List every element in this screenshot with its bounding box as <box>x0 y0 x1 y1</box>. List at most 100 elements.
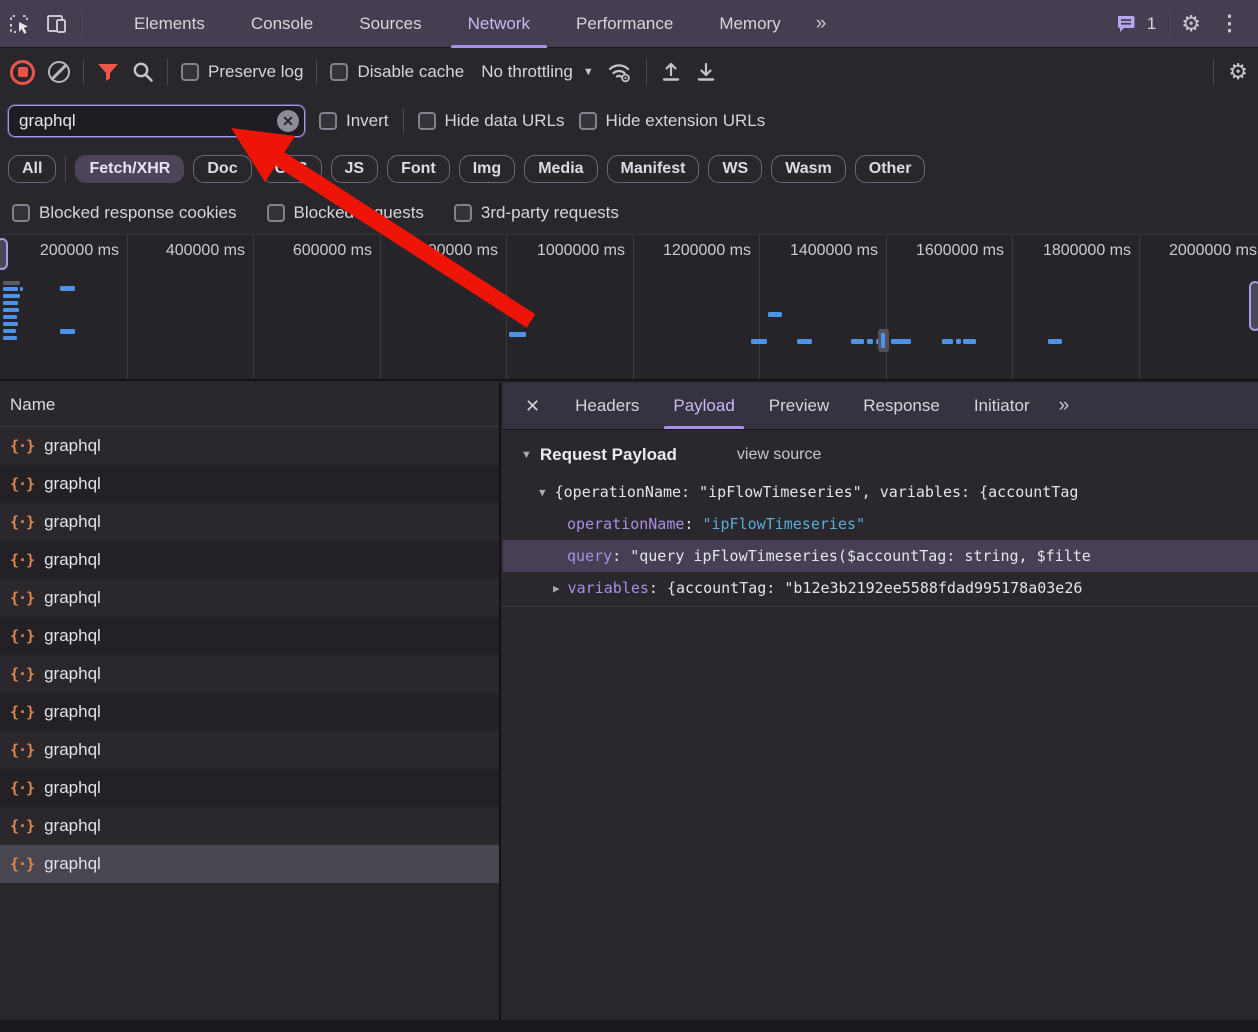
request-name: graphql <box>44 740 101 760</box>
json-braces-icon: {·} <box>10 703 34 721</box>
checkbox-icon[interactable] <box>319 112 337 130</box>
more-detail-tabs-chevron-icon[interactable]: » <box>1047 383 1080 429</box>
payload-row-operationname[interactable]: operationName: "ipFlowTimeseries" <box>503 508 1258 540</box>
overview-right-handle[interactable] <box>1249 281 1258 331</box>
network-conditions-icon[interactable] <box>607 61 633 83</box>
detail-tab-initiator[interactable]: Initiator <box>957 383 1047 429</box>
request-row[interactable]: {·}graphql <box>0 427 499 465</box>
overview-request-bar <box>3 281 20 285</box>
type-chip-other[interactable]: Other <box>855 155 926 183</box>
filter-input[interactable] <box>8 105 305 137</box>
request-row[interactable]: {·}graphql <box>0 845 499 883</box>
invert-checkbox[interactable]: Invert <box>319 111 389 131</box>
throttling-dropdown[interactable]: No throttling ▼ <box>481 62 594 82</box>
disable-cache-checkbox[interactable]: Disable cache <box>330 62 464 82</box>
filter-input-wrap: ✕ <box>8 105 305 137</box>
bottom-edge <box>0 1020 1258 1032</box>
request-row[interactable]: {·}graphql <box>0 465 499 503</box>
overview-request-bar <box>942 339 953 344</box>
type-chip-all[interactable]: All <box>8 155 56 183</box>
blocked-response-cookies-checkbox[interactable]: Blocked response cookies <box>12 203 237 223</box>
settings-gear-icon[interactable]: ⚙ <box>1181 13 1201 35</box>
tab-network[interactable]: Network <box>445 0 553 48</box>
request-row[interactable]: {·}graphql <box>0 693 499 731</box>
network-settings-gear-icon[interactable]: ⚙ <box>1228 61 1248 83</box>
type-chip-js[interactable]: JS <box>331 155 379 183</box>
tab-sources[interactable]: Sources <box>336 0 444 48</box>
blocked-requests-checkbox[interactable]: Blocked requests <box>267 203 424 223</box>
payload-row-variables[interactable]: ▶ variables: {accountTag: "b12e3b2192ee5… <box>503 572 1258 604</box>
name-column-header[interactable]: Name <box>0 383 499 427</box>
request-row[interactable]: {·}graphql <box>0 617 499 655</box>
network-overview-timeline[interactable]: 200000 ms400000 ms600000 ms800000 ms1000… <box>0 234 1258 381</box>
tab-console[interactable]: Console <box>228 0 336 48</box>
overview-selected-marker[interactable] <box>878 329 889 352</box>
tab-performance[interactable]: Performance <box>553 0 696 48</box>
more-panels-chevron-icon[interactable]: » <box>804 13 837 35</box>
customize-menu-icon[interactable]: ⋮ <box>1211 11 1248 36</box>
third-party-requests-checkbox[interactable]: 3rd-party requests <box>454 203 619 223</box>
payload-value: "query ipFlowTimeseries($accountTag: str… <box>630 547 1091 565</box>
request-row[interactable]: {·}graphql <box>0 807 499 845</box>
type-chip-doc[interactable]: Doc <box>193 155 251 183</box>
export-har-icon[interactable] <box>695 61 717 83</box>
divider <box>316 59 317 85</box>
checkbox-icon[interactable] <box>181 63 199 81</box>
close-panel-icon[interactable]: ✕ <box>503 383 558 429</box>
inspect-element-icon[interactable] <box>0 7 38 41</box>
collapse-triangle-icon[interactable]: ▼ <box>521 449 532 461</box>
search-icon[interactable] <box>132 61 154 83</box>
request-name: graphql <box>44 512 101 532</box>
clear-network-log-icon[interactable] <box>48 61 70 83</box>
view-source-link[interactable]: view source <box>737 446 821 464</box>
request-row[interactable]: {·}graphql <box>0 731 499 769</box>
type-chip-font[interactable]: Font <box>387 155 450 183</box>
checkbox-icon[interactable] <box>330 63 348 81</box>
type-chip-wasm[interactable]: Wasm <box>771 155 846 183</box>
type-chip-ws[interactable]: WS <box>708 155 762 183</box>
divider <box>82 11 83 37</box>
hide-extension-urls-checkbox[interactable]: Hide extension URLs <box>579 111 766 131</box>
ruler-tick: 1600000 ms <box>884 242 1004 260</box>
request-type-filter-bar: All Fetch/XHR Doc CSS JS Font Img Media Manifest… <box>0 145 1258 192</box>
checkbox-icon[interactable] <box>12 204 30 222</box>
detail-tab-payload[interactable]: Payload <box>656 383 751 429</box>
tab-elements[interactable]: Elements <box>111 0 228 48</box>
preserve-log-checkbox[interactable]: Preserve log <box>181 62 303 82</box>
request-row[interactable]: {·}graphql <box>0 769 499 807</box>
overview-request-bar <box>768 312 782 317</box>
overview-request-bar <box>3 287 18 291</box>
type-chip-img[interactable]: Img <box>459 155 515 183</box>
payload-preview-row[interactable]: ▼ {operationName: "ipFlowTimeseries", va… <box>503 476 1258 508</box>
record-network-log-icon[interactable] <box>10 60 35 85</box>
expand-triangle-icon[interactable]: ▶ <box>553 582 560 595</box>
checkbox-icon[interactable] <box>267 204 285 222</box>
overview-request-bar <box>20 287 23 291</box>
detail-tab-preview[interactable]: Preview <box>752 383 846 429</box>
clear-filter-icon[interactable]: ✕ <box>277 110 299 132</box>
filter-icon[interactable] <box>97 63 119 82</box>
request-row[interactable]: {·}graphql <box>0 579 499 617</box>
request-row[interactable]: {·}graphql <box>0 541 499 579</box>
type-chip-fetchxhr[interactable]: Fetch/XHR <box>75 155 184 183</box>
issues-icon[interactable] <box>1116 14 1137 34</box>
import-har-icon[interactable] <box>660 61 682 83</box>
overview-request-bar <box>3 336 17 340</box>
device-toolbar-icon[interactable] <box>38 7 76 41</box>
request-name: graphql <box>44 474 101 494</box>
tab-memory[interactable]: Memory <box>696 0 803 48</box>
detail-tab-headers[interactable]: Headers <box>558 383 656 429</box>
hide-data-urls-checkbox[interactable]: Hide data URLs <box>418 111 565 131</box>
detail-tab-response[interactable]: Response <box>846 383 957 429</box>
invert-label: Invert <box>346 111 389 131</box>
request-row[interactable]: {·}graphql <box>0 503 499 541</box>
type-chip-manifest[interactable]: Manifest <box>607 155 700 183</box>
checkbox-icon[interactable] <box>454 204 472 222</box>
payload-row-query[interactable]: query: "query ipFlowTimeseries($accountT… <box>503 540 1258 572</box>
type-chip-css[interactable]: CSS <box>261 155 322 183</box>
collapse-triangle-icon[interactable]: ▼ <box>539 486 546 499</box>
checkbox-icon[interactable] <box>418 112 436 130</box>
type-chip-media[interactable]: Media <box>524 155 597 183</box>
request-row[interactable]: {·}graphql <box>0 655 499 693</box>
checkbox-icon[interactable] <box>579 112 597 130</box>
